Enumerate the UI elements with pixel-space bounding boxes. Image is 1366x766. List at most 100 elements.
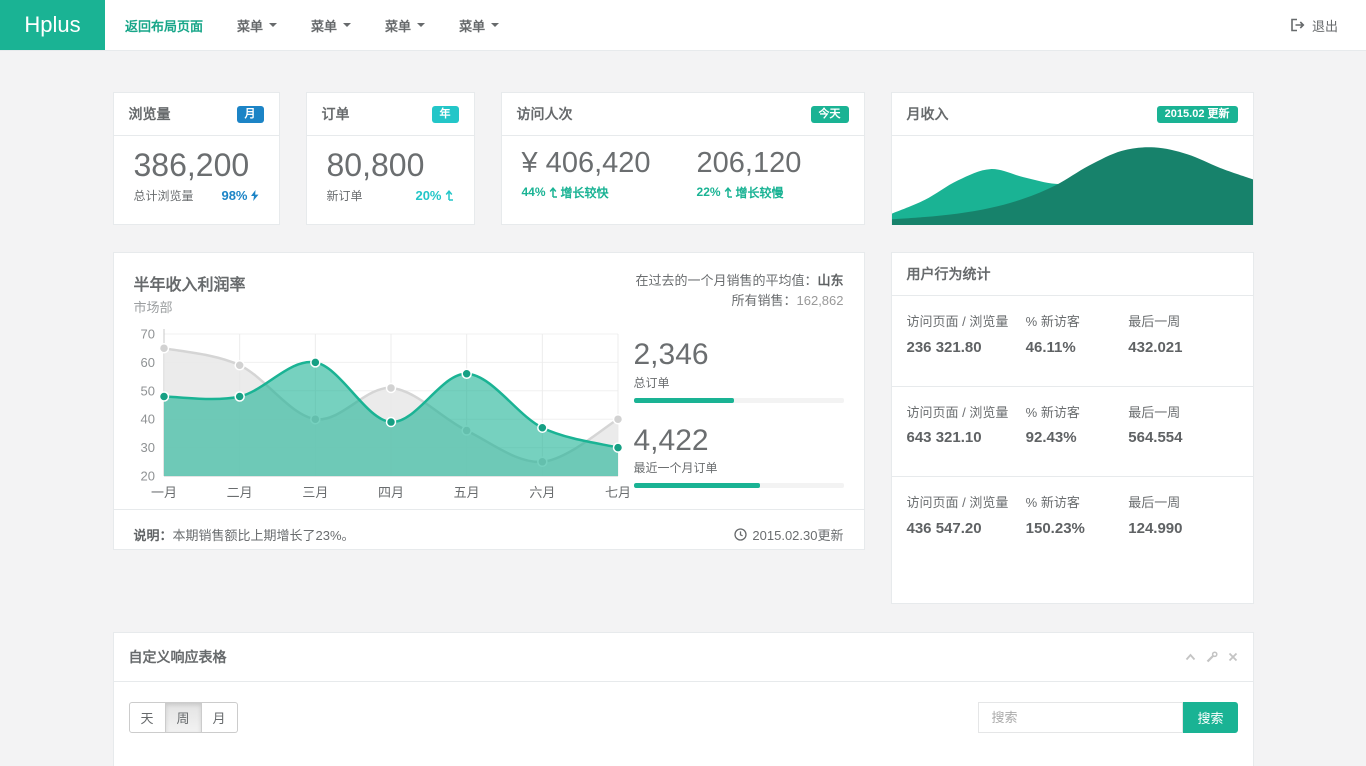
note-text: 本期销售额比上期增长了23%。 xyxy=(173,528,355,543)
row-label: 访问页面 / 浏览量 xyxy=(907,405,1009,420)
update-badge: 2015.02 更新 xyxy=(1157,106,1238,123)
tab-day[interactable]: 天 xyxy=(129,702,166,733)
profit-area-chart: 203040506070一月二月三月四月五月六月七月 xyxy=(134,324,634,504)
panel-title: 用户行为统计 xyxy=(907,264,991,284)
chart-subtitle: 市场部 xyxy=(134,297,246,316)
month-orders-label: 最近一个月订单 xyxy=(634,459,844,476)
stat-note: 增长较快 xyxy=(561,184,609,201)
bolt-icon xyxy=(251,190,259,201)
menu-label: 菜单 xyxy=(237,16,263,35)
month-orders-value: 4,422 xyxy=(634,424,844,459)
menu-dropdown-1[interactable]: 菜单 xyxy=(237,16,277,35)
row-label: 最后一周 xyxy=(1128,314,1180,329)
period-badge: 月 xyxy=(237,106,264,123)
row-value: 432.021 xyxy=(1128,337,1237,359)
stat-percent: 44% xyxy=(522,185,546,199)
back-to-layout-link[interactable]: 返回布局页面 xyxy=(125,16,203,35)
row-value: 150.23% xyxy=(1026,518,1129,540)
row-value: 46.11% xyxy=(1026,337,1129,359)
chevron-down-icon xyxy=(491,23,499,27)
svg-text:四月: 四月 xyxy=(377,485,403,500)
col-header-action: 操作 xyxy=(1127,755,1238,766)
updated-at: 2015.02.30更新 xyxy=(752,525,843,544)
behavior-row: 访问页面 / 浏览量236 321.80 % 新访客46.11% 最后一周432… xyxy=(892,296,1253,387)
tab-week[interactable]: 周 xyxy=(166,702,202,733)
wrench-icon[interactable] xyxy=(1206,651,1218,663)
stat-percent: 22% xyxy=(697,185,721,199)
card-title: 访问人次 xyxy=(517,104,573,124)
menu-dropdown-2[interactable]: 菜单 xyxy=(311,16,351,35)
row-label: 访问页面 / 浏览量 xyxy=(907,495,1009,510)
svg-text:六月: 六月 xyxy=(529,485,555,500)
menu-label: 菜单 xyxy=(459,16,485,35)
search-input[interactable] xyxy=(978,702,1183,733)
stat-value: ¥ 406,420 xyxy=(522,146,651,181)
logout-button[interactable]: 退出 xyxy=(1290,0,1338,50)
row-value: 643 321.10 xyxy=(907,427,1026,449)
row-value: 564.554 xyxy=(1128,427,1237,449)
svg-text:20: 20 xyxy=(140,469,154,484)
sign-out-icon xyxy=(1290,18,1305,32)
level-up-icon xyxy=(445,190,454,201)
progress-track xyxy=(634,483,844,488)
svg-text:三月: 三月 xyxy=(302,485,328,500)
stat-label: 总计浏览量 xyxy=(134,187,194,204)
collapse-icon[interactable] xyxy=(1185,653,1196,661)
panel-title: 自定义响应表格 xyxy=(129,647,227,667)
sales-value: 162,862 xyxy=(797,293,844,308)
menu-label: 菜单 xyxy=(385,16,411,35)
chevron-down-icon xyxy=(343,23,351,27)
total-orders-label: 总订单 xyxy=(634,374,844,391)
profit-chart-panel: 半年收入利润率 市场部 在过去的一个月销售的平均值：山东 所有销售：162,86… xyxy=(113,252,865,550)
sales-label: 所有销售： xyxy=(731,293,796,308)
card-orders: 订单 年 80,800 新订单 20% xyxy=(306,92,475,225)
projects-table: 项目 进度 任务 日期 操作 xyxy=(129,755,1238,766)
card-visits: 访问人次 今天 ¥ 406,420 44% 增长较快 206,120 22% 增… xyxy=(501,92,865,225)
svg-text:五月: 五月 xyxy=(453,485,479,500)
nav-menu-bar: 返回布局页面 菜单 菜单 菜单 菜单 xyxy=(105,0,499,50)
progress-fill xyxy=(634,483,760,488)
note-label: 说明： xyxy=(134,528,173,543)
avg-value: 山东 xyxy=(817,273,843,288)
close-icon[interactable] xyxy=(1228,652,1238,662)
clock-icon xyxy=(734,528,747,541)
brand-logo[interactable]: Hplus xyxy=(0,0,105,50)
svg-text:一月: 一月 xyxy=(150,485,176,500)
row-label: % 新访客 xyxy=(1026,314,1080,329)
card-monthly-income: 月收入 2015.02 更新 xyxy=(891,92,1254,225)
col-header-date: 日期 xyxy=(933,755,1127,766)
card-title: 月收入 xyxy=(907,104,949,124)
chevron-down-icon xyxy=(269,23,277,27)
row-value: 92.43% xyxy=(1026,427,1129,449)
level-up-icon xyxy=(549,187,558,198)
stat-value: 386,200 xyxy=(134,146,259,184)
svg-text:30: 30 xyxy=(140,440,154,455)
user-behavior-panel: 用户行为统计 访问页面 / 浏览量236 321.80 % 新访客46.11% … xyxy=(891,252,1254,604)
card-pageviews: 浏览量 月 386,200 总计浏览量 98% xyxy=(113,92,280,225)
stat-value: 80,800 xyxy=(327,146,454,184)
search-button[interactable]: 搜索 xyxy=(1183,702,1237,733)
total-orders-value: 2,346 xyxy=(634,338,844,373)
level-up-icon xyxy=(724,187,733,198)
svg-text:60: 60 xyxy=(140,355,154,370)
menu-dropdown-3[interactable]: 菜单 xyxy=(385,16,425,35)
period-badge: 年 xyxy=(432,106,459,123)
svg-text:40: 40 xyxy=(140,412,154,427)
stat-percent: 98% xyxy=(221,188,247,203)
behavior-row: 访问页面 / 浏览量436 547.20 % 新访客150.23% 最后一周12… xyxy=(892,477,1253,567)
tab-month[interactable]: 月 xyxy=(202,702,238,733)
top-navbar: Hplus 返回布局页面 菜单 菜单 菜单 菜单 退出 xyxy=(0,0,1366,51)
progress-fill xyxy=(634,398,735,403)
behavior-row: 访问页面 / 浏览量643 321.10 % 新访客92.43% 最后一周564… xyxy=(892,387,1253,478)
period-tab-group: 天 周 月 xyxy=(129,702,238,733)
svg-text:七月: 七月 xyxy=(604,485,630,500)
row-label: 访问页面 / 浏览量 xyxy=(907,314,1009,329)
avg-label: 在过去的一个月销售的平均值： xyxy=(635,273,817,288)
stat-value: 206,120 xyxy=(697,146,802,181)
responsive-table-panel: 自定义响应表格 天 周 月 搜索 xyxy=(113,632,1254,766)
row-label: % 新访客 xyxy=(1026,405,1080,420)
stat-label: 新订单 xyxy=(327,187,363,204)
menu-dropdown-4[interactable]: 菜单 xyxy=(459,16,499,35)
svg-text:二月: 二月 xyxy=(226,485,252,500)
menu-label: 菜单 xyxy=(311,16,337,35)
